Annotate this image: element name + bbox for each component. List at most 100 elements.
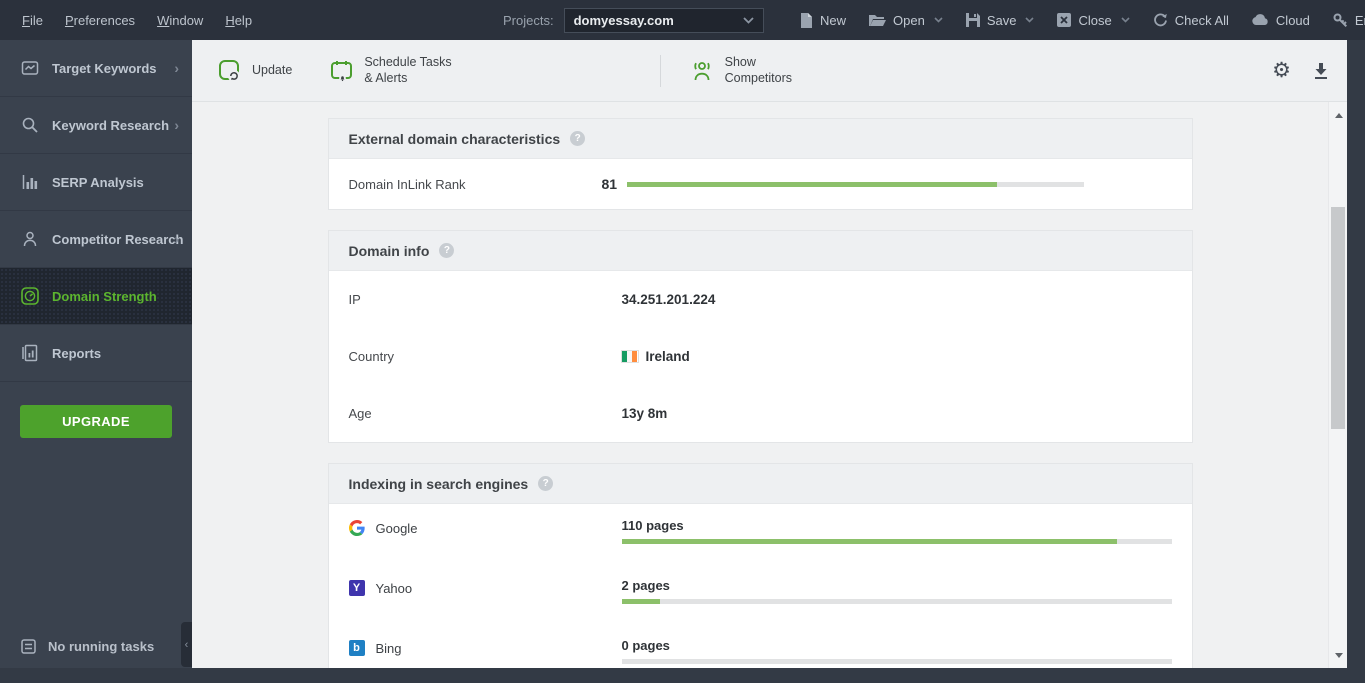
update-icon [218,59,242,83]
age-label: Age [349,406,622,421]
sidebar-item-label: Keyword Research [52,118,169,133]
save-icon [966,13,980,27]
target-keywords-icon [21,59,39,77]
projects-label: Projects: [503,13,554,28]
sidebar-item-target-keywords[interactable]: Target Keywords › [0,40,192,97]
top-menu-bar: File Preferences Window Help Projects: d… [0,0,1365,40]
google-icon [349,520,365,536]
save-label: Save [987,13,1017,28]
scroll-up-button[interactable] [1329,106,1348,124]
menu-preferences[interactable]: Preferences [65,13,135,28]
google-pages-bar [622,539,1172,544]
schedule-calendar-icon [330,59,354,83]
inlink-rank-bar [627,182,1083,187]
sidebar-item-serp-analysis[interactable]: SERP Analysis [0,154,192,211]
sidebar: Target Keywords › Keyword Research › SER… [0,40,192,668]
chevron-down-icon [934,17,943,23]
new-project-button[interactable]: New [800,13,846,28]
enter-license-button[interactable]: Enter License [1333,13,1365,28]
yahoo-icon: Y [349,580,365,596]
scroll-down-button[interactable] [1329,646,1348,664]
right-edge-panel [1347,40,1365,683]
upgrade-button[interactable]: UPGRADE [20,405,172,438]
sidebar-item-domain-strength[interactable]: Domain Strength [0,268,192,325]
menu-file[interactable]: File [22,13,43,28]
vertical-scrollbar[interactable] [1328,102,1347,668]
cloud-icon [1252,14,1269,26]
sidebar-item-label: Target Keywords [52,61,157,76]
sidebar-item-competitor-research[interactable]: Competitor Research › [0,211,192,268]
project-select-value: domyessay.com [574,13,674,28]
task-list-icon [21,639,36,654]
settings-button[interactable]: ⚙ [1272,58,1291,83]
chevron-down-icon [1025,17,1034,23]
google-pages-bar-fill [622,539,1117,544]
age-row: Age 13y 8m [329,385,1192,442]
export-button[interactable] [1313,62,1329,79]
inlink-rank-value: 81 [602,176,618,192]
domain-info-card: Domain info ? IP 34.251.201.224 Country … [328,230,1193,443]
topbar-actions: New Open Save Close Check All Cloud Ente… [800,13,1365,28]
country-value: Ireland [622,349,690,364]
help-icon[interactable]: ? [538,476,553,491]
show-competitors-icon [689,59,715,83]
schedule-tasks-button[interactable]: Schedule Tasks& Alerts [330,55,451,86]
menu-group: File Preferences Window Help [0,13,252,28]
bing-pages-bar [622,659,1172,664]
section-title: Domain info [349,243,430,259]
inlink-rank-bar-fill [627,182,997,187]
cloud-button[interactable]: Cloud [1252,13,1310,28]
bottom-status-strip [0,668,1365,683]
competitor-research-icon [21,230,39,248]
update-button[interactable]: Update [218,59,292,83]
menu-window[interactable]: Window [157,13,203,28]
help-icon[interactable]: ? [439,243,454,258]
update-label: Update [252,63,292,79]
sidebar-item-reports[interactable]: Reports [0,325,192,382]
chevron-down-icon [1121,17,1130,23]
bing-label: Bing [376,641,402,656]
scrollbar-thumb[interactable] [1331,207,1345,429]
show-competitors-button[interactable]: ShowCompetitors [689,55,792,86]
enter-license-label: Enter License [1355,13,1365,28]
sidebar-item-keyword-research[interactable]: Keyword Research › [0,97,192,154]
tasks-status-label: No running tasks [48,639,154,654]
schedule-tasks-label: Schedule Tasks& Alerts [364,55,451,86]
yahoo-index-row: Y Yahoo 2 pages [329,564,1192,624]
open-project-button[interactable]: Open [869,13,943,28]
menu-help[interactable]: Help [225,13,252,28]
project-select[interactable]: domyessay.com [564,8,764,33]
bing-index-row: b Bing 0 pages [329,624,1192,668]
help-icon[interactable]: ? [570,131,585,146]
toolbar-divider [660,55,661,87]
bing-icon: b [349,640,365,656]
ip-label: IP [349,292,622,307]
toolbar-right-icons: ⚙ [1272,58,1329,83]
google-index-row: Google 110 pages [329,504,1192,564]
ip-row: IP 34.251.201.224 [329,271,1192,328]
cloud-label: Cloud [1276,13,1310,28]
section-title: Indexing in search engines [349,476,529,492]
inlink-rank-label: Domain InLink Rank [349,177,602,192]
sidebar-item-label: Competitor Research [52,232,183,247]
key-icon [1333,13,1348,28]
open-folder-icon [869,13,886,27]
ireland-flag-icon [622,351,638,362]
close-project-button[interactable]: Close [1057,13,1129,28]
sidebar-collapse-handle[interactable]: ‹ [181,622,192,667]
new-document-icon [800,13,813,28]
sidebar-item-label: Reports [52,346,101,361]
yahoo-pages-bar [622,599,1172,604]
country-label: Country [349,349,622,364]
save-project-button[interactable]: Save [966,13,1035,28]
check-all-icon [1153,13,1168,28]
close-label: Close [1078,13,1111,28]
gear-icon: ⚙ [1272,58,1291,83]
indexing-card: Indexing in search engines ? Google 110 … [328,463,1193,668]
reports-icon [21,344,39,362]
yahoo-pages-value: 2 pages [622,578,1172,593]
check-all-button[interactable]: Check All [1153,13,1229,28]
inlink-rank-row: Domain InLink Rank 81 [329,159,1192,209]
projects-group: Projects: domyessay.com [503,8,764,33]
main-content: External domain characteristics ? Domain… [192,102,1328,668]
